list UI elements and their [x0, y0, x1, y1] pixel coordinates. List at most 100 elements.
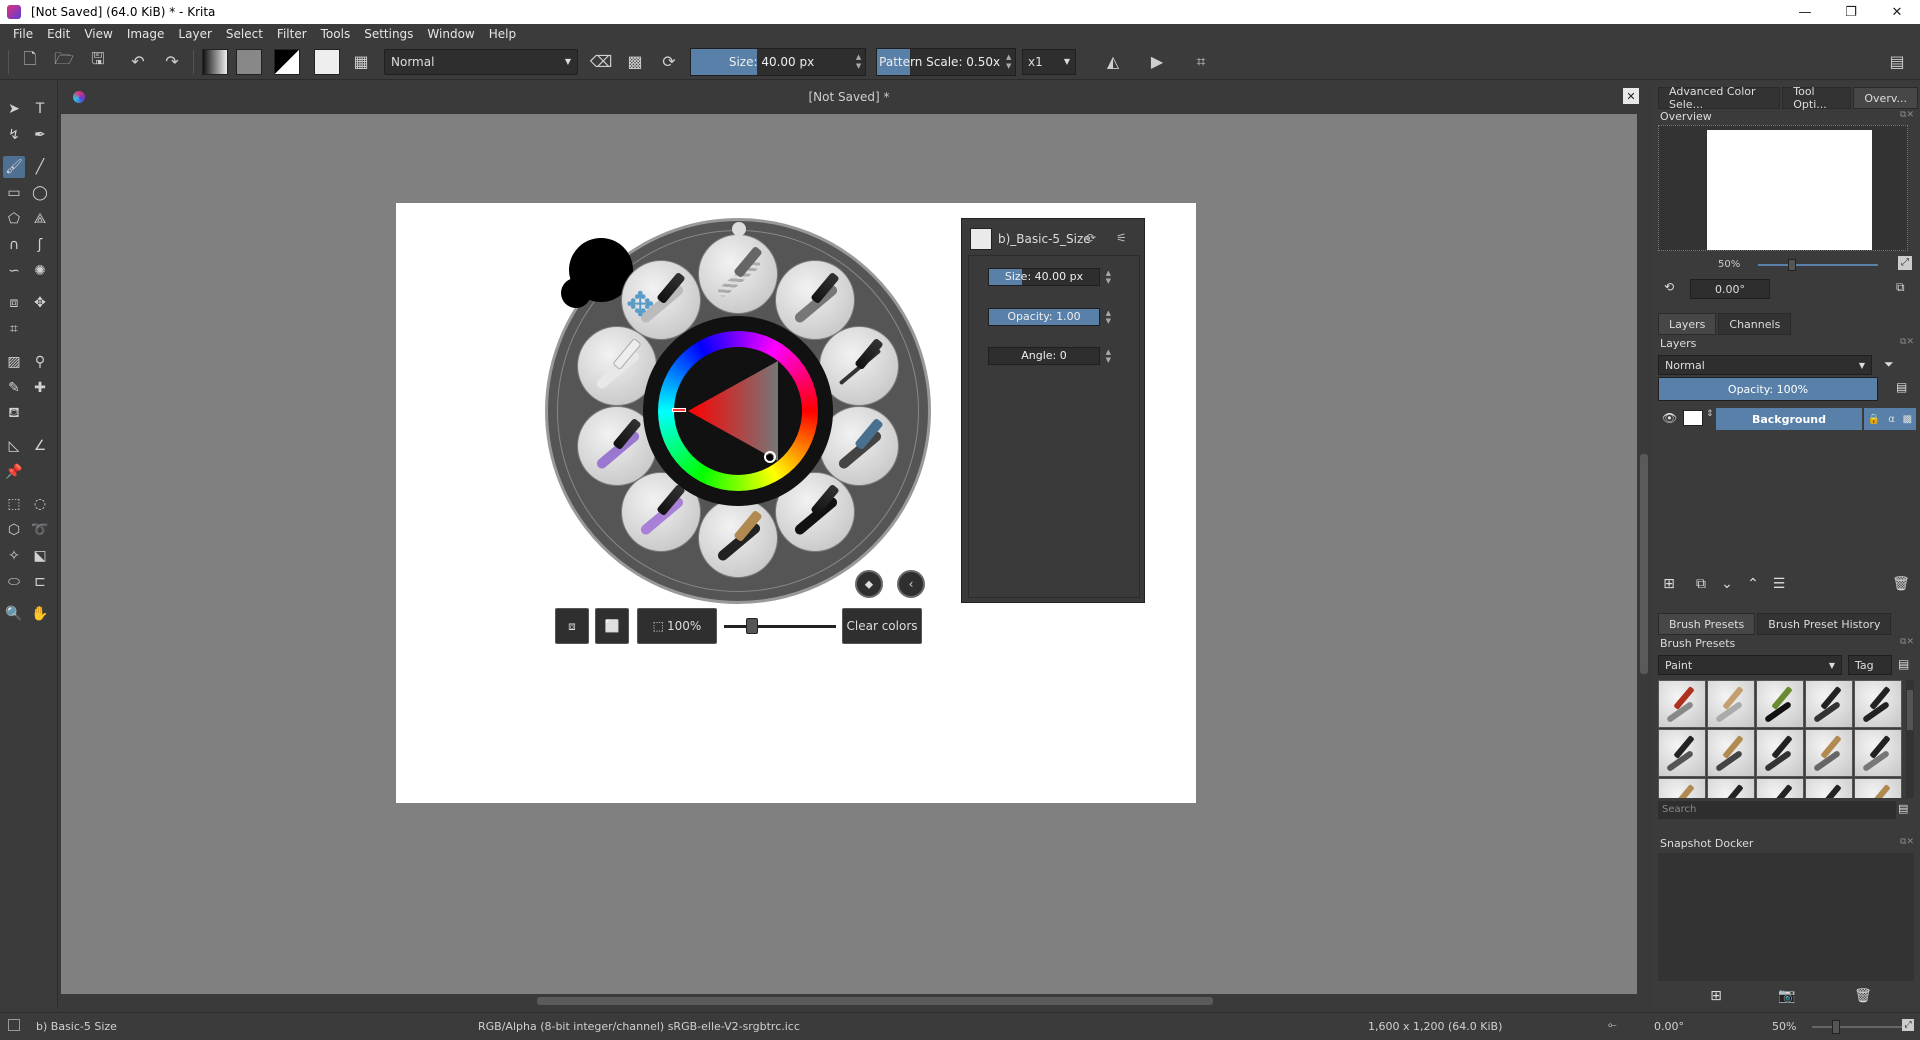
blend-mode-select[interactable]: Normal ▼ [384, 48, 578, 75]
vertical-scrollbar[interactable] [1637, 114, 1651, 994]
calligraphy-tool-icon[interactable]: ✒ [29, 124, 51, 146]
scrollbar-thumb[interactable] [1907, 690, 1913, 730]
similar-color-selection-tool-icon[interactable]: ⬕ [29, 545, 51, 567]
select-shapes-tool-icon[interactable]: ➤ [3, 98, 25, 120]
brush-preset-item[interactable] [1854, 729, 1902, 777]
inherit-alpha-icon[interactable]: ▩ [1903, 414, 1912, 425]
slider-handle[interactable] [1788, 259, 1796, 271]
move-layer-up-icon[interactable]: ⌃ [1742, 573, 1764, 595]
tab-tool-options[interactable]: Tool Opti... [1782, 85, 1852, 111]
brush-preset-item[interactable] [1658, 729, 1706, 777]
move-layer-down-icon[interactable]: ⌄ [1716, 573, 1738, 595]
delete-snapshot-icon[interactable]: 🗑 [1852, 985, 1874, 1007]
brush-preset-item[interactable] [1756, 778, 1804, 798]
drag-move-icon[interactable]: ✥ [626, 285, 655, 325]
brush-preset-item[interactable] [1658, 680, 1706, 728]
mirror-vertical-icon[interactable]: ▶ [1144, 49, 1170, 75]
redo-icon[interactable]: ↷ [159, 49, 185, 75]
status-rotation[interactable]: 0.00° [1654, 1020, 1684, 1033]
close-window-button[interactable]: ✕ [1874, 0, 1920, 24]
brush-preset-item[interactable] [1854, 778, 1902, 798]
palette-zoom-slider[interactable] [724, 618, 836, 634]
overview-thumbnail[interactable] [1658, 125, 1908, 251]
add-snapshot-icon[interactable]: ⊞ [1705, 985, 1727, 1007]
freehand-path-tool-icon[interactable]: ʃ [29, 234, 51, 256]
slider-handle[interactable] [1832, 1020, 1840, 1034]
layer-link-icon[interactable]: ⇕ [1706, 409, 1714, 419]
mirror-view-icon[interactable]: ⧉ [1896, 280, 1905, 295]
fit-view-icon[interactable]: ⤢ [1898, 256, 1912, 270]
rectangular-selection-tool-icon[interactable]: ⬚ [3, 493, 25, 515]
rectangle-tool-icon[interactable]: ▭ [3, 182, 25, 204]
menu-window[interactable]: Window [420, 27, 481, 41]
brush-preset-slot[interactable] [698, 498, 778, 578]
measure-tool-icon[interactable]: ∠ [29, 435, 51, 457]
spin-arrows-icon[interactable]: ▲ ▼ [1002, 53, 1015, 71]
brush-preset-slot[interactable]: ✥ [621, 260, 701, 340]
menu-tools[interactable]: Tools [314, 27, 358, 41]
minimize-button[interactable]: — [1782, 0, 1828, 24]
preset-view-icon[interactable]: ▤ [1898, 657, 1909, 671]
settings-sliders-icon[interactable]: ⚟ [1116, 231, 1127, 245]
dock-float-close-icon[interactable]: ⧉✕ [1900, 637, 1914, 647]
polygon-tool-icon[interactable]: ⬠ [3, 208, 25, 230]
search-options-icon[interactable]: ▤ [1898, 802, 1908, 815]
ellipse-tool-icon[interactable]: ◯ [29, 182, 51, 204]
menu-edit[interactable]: Edit [40, 27, 77, 41]
open-document-icon[interactable]: 🗁 [51, 49, 77, 75]
text-tool-icon[interactable]: T [29, 98, 51, 120]
add-layer-icon[interactable]: ⊞ [1658, 573, 1680, 595]
rotate-icon[interactable]: ⟲ [1664, 280, 1674, 294]
scrollbar-thumb[interactable] [1640, 454, 1648, 674]
tab-channels[interactable]: Channels [1718, 313, 1792, 335]
polyline-tool-icon[interactable]: ⟁ [29, 208, 51, 230]
palette-top-handle[interactable] [732, 222, 746, 236]
fg-bg-color-selector[interactable] [274, 48, 300, 75]
brush-preset-slot[interactable] [698, 234, 778, 314]
document-tab-title[interactable]: [Not Saved] * [59, 90, 1639, 104]
zoom-reset-button[interactable]: ⬚ 100% [637, 608, 717, 644]
switch-snapshot-icon[interactable]: 📷 [1776, 985, 1798, 1007]
brush-preset-item[interactable] [1805, 778, 1853, 798]
overview-rotation-field[interactable]: 0.00° [1690, 279, 1770, 299]
menu-image[interactable]: Image [120, 27, 172, 41]
horizontal-scrollbar[interactable] [61, 994, 1637, 1008]
tab-advanced-color-selector[interactable]: Advanced Color Sele... [1658, 85, 1781, 111]
spin-arrows-icon[interactable]: ▲ ▼ [1106, 269, 1111, 285]
visibility-eye-icon[interactable]: 👁 [1662, 411, 1677, 425]
hue-marker[interactable] [672, 408, 686, 412]
rotate-view-icon[interactable]: ⟜ [1608, 1018, 1617, 1032]
tab-layers[interactable]: Layers [1658, 313, 1717, 335]
mirror-horizontal-icon[interactable]: ◭ [1100, 49, 1126, 75]
brush-preset-item[interactable] [1805, 729, 1853, 777]
gradient-selector[interactable] [202, 48, 228, 75]
contiguous-selection-tool-icon[interactable]: ✧ [3, 545, 25, 567]
layer-opacity-slider[interactable]: Opacity: 100% [1658, 377, 1878, 401]
brush-preset-item[interactable] [1707, 680, 1755, 728]
hud-opacity-slider[interactable]: Opacity: 1.00 ▲ ▼ [988, 308, 1111, 326]
status-zoom[interactable]: 50% [1772, 1020, 1796, 1033]
hud-angle-slider[interactable]: Angle: 0 ▲ ▼ [988, 347, 1111, 365]
tag-icon[interactable]: ⬥ [855, 570, 883, 598]
reference-images-tool-icon[interactable]: 📌 [3, 461, 25, 483]
brush-preset-item[interactable] [1854, 680, 1902, 728]
workspace-chooser-icon[interactable]: ▤ [1884, 49, 1910, 75]
status-color-profile[interactable]: RGB/Alpha (8-bit integer/channel) sRGB-e… [478, 1020, 800, 1033]
duplicate-layer-icon[interactable]: ⧉ [1690, 573, 1712, 595]
brush-preset-item[interactable] [1756, 680, 1804, 728]
overview-zoom-slider[interactable] [1758, 259, 1878, 271]
menu-layer[interactable]: Layer [171, 27, 218, 41]
brush-size-spinbox[interactable]: Size: 40.00 px ▲ ▼ [690, 47, 866, 76]
freehand-selection-tool-icon[interactable]: ➰ [29, 519, 51, 541]
dock-float-close-icon[interactable]: ⧉✕ [1900, 837, 1914, 847]
maximize-button[interactable]: ❐ [1828, 0, 1874, 24]
pattern-scale-spinbox[interactable]: Pattern Scale: 0.50x ▲ ▼ [876, 47, 1016, 76]
brush-editor-icon[interactable]: ▦ [348, 49, 374, 75]
menu-help[interactable]: Help [482, 27, 523, 41]
hud-size-slider[interactable]: Size: 40.00 px ▲ ▼ [988, 268, 1111, 286]
spin-arrows-icon[interactable]: ▲ ▼ [1106, 309, 1111, 325]
zoom-tool-icon[interactable]: 🔍 [3, 603, 25, 625]
clear-colors-button[interactable]: Clear colors [842, 608, 922, 644]
fit-zoom-icon[interactable]: ⤢ [1902, 1019, 1914, 1031]
reload-icon[interactable]: ⟳ [1086, 231, 1096, 245]
